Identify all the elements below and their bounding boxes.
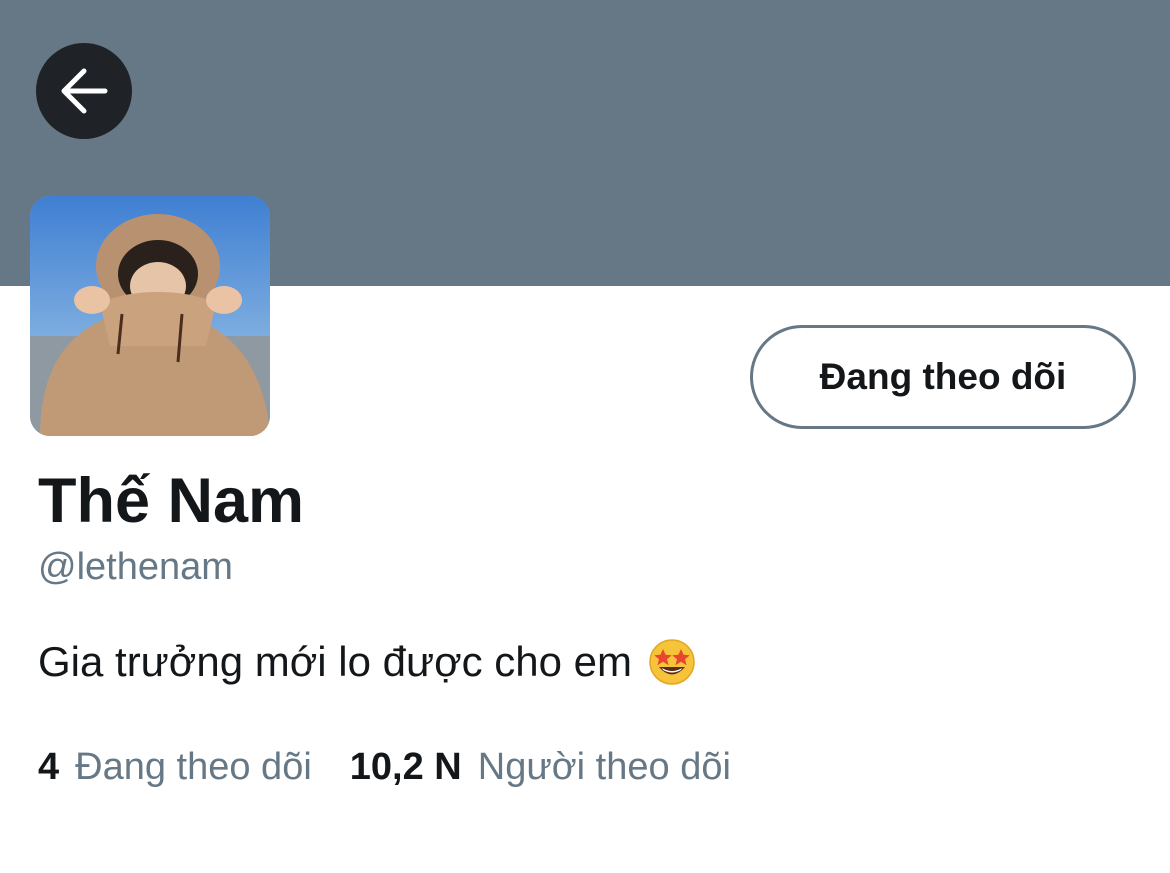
arrow-left-icon (61, 68, 108, 114)
profile-bio: Gia trưởng mới lo được cho em (38, 638, 696, 686)
followers-count: 10,2 N (349, 746, 462, 788)
following-count: 4 (38, 746, 60, 788)
display-name: Thế Nam (38, 466, 305, 536)
following-button-label: Đang theo dõi (819, 356, 1067, 397)
followers-label: Người theo dõi (477, 746, 731, 788)
back-button[interactable] (36, 43, 132, 139)
profile-page: Đang theo dõi Thế Nam @lethenam Gia trưở… (0, 0, 1170, 873)
following-label: Đang theo dõi (75, 746, 312, 788)
star-struck-emoji-icon (649, 639, 695, 685)
following-button[interactable]: Đang theo dõi (750, 325, 1136, 429)
username-handle: @lethenam (38, 546, 233, 588)
avatar[interactable] (30, 196, 270, 436)
bio-text: Gia trưởng mới lo được cho em (38, 638, 633, 685)
followers-stat[interactable]: 10,2 N Người theo dõi (350, 748, 731, 786)
avatar-photo (30, 196, 270, 436)
profile-stats: 4 Đang theo dõi 10,2 N Người theo dõi (38, 748, 731, 786)
following-stat[interactable]: 4 Đang theo dõi (38, 748, 312, 786)
